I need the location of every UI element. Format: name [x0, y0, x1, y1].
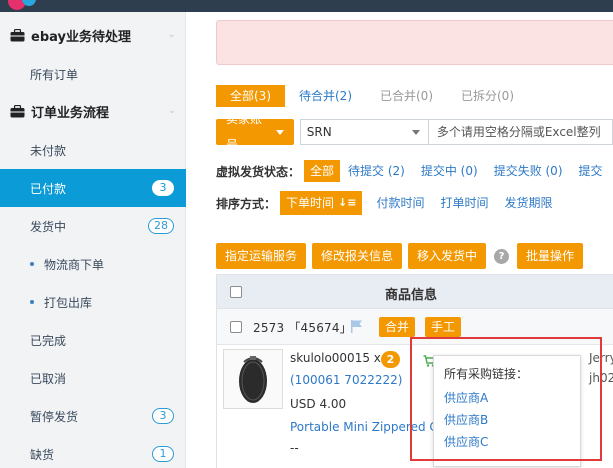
sidebar-item-unpaid[interactable]: 未付款 — [0, 131, 186, 169]
seller-account-label: 卖家账号 — [226, 112, 263, 152]
sidebar: ebay业务待处理 ⌄ 所有订单 订单业务流程 ⌄ 未付款 已付款 3 发货中 … — [0, 12, 186, 468]
flag-icon[interactable] — [351, 320, 363, 336]
buyer-name: Jerry — [589, 351, 613, 365]
sort-option-pay-time[interactable]: 付款时间 — [368, 192, 432, 214]
virtual-status-filter: 虚拟发货状态： 全部 待提交 (2) 提交中 (0) 提交失败 (0) 提交 — [216, 160, 611, 182]
sidebar-item-label: 未付款 — [30, 143, 67, 158]
count-badge: 3 — [152, 408, 174, 424]
sort-desc-icon: ↓≡ — [338, 196, 357, 209]
order-header-row: 2573 「45674」 合并 手工 — [217, 309, 613, 345]
sidebar-item-label: 缺货 — [30, 447, 55, 462]
search-field-value: SRN — [306, 125, 332, 139]
bullet-icon — [30, 300, 34, 304]
alert-banner — [216, 20, 613, 65]
merged-tag[interactable]: 合并 — [379, 317, 416, 337]
purchase-links-popup: 所有采购链接： 供应商A 供应商B 供应商C — [433, 355, 581, 467]
filter-option-pending[interactable]: 待提交 (2) — [340, 160, 413, 182]
order-id: 2573 「45674」 — [253, 321, 352, 335]
filter-option-all[interactable]: 全部 — [304, 160, 341, 182]
filter-option-submitting[interactable]: 提交中 (0) — [413, 160, 486, 182]
sidebar-item-label: 已付款 — [30, 181, 67, 196]
order-tabs: 全部(3) 待合并(2) 已合并(0) 已拆分(0) — [216, 85, 528, 107]
sidebar-item-all-orders[interactable]: 所有订单 — [0, 55, 186, 93]
tab-pending-merge[interactable]: 待合并(2) — [285, 85, 366, 107]
sort-active-label: 下单时间 — [286, 196, 335, 210]
top-bar — [0, 0, 613, 12]
sidebar-item-label: 已完成 — [30, 333, 67, 348]
sidebar-item-pack-ship[interactable]: 打包出库 — [0, 283, 186, 321]
move-to-shipping-button[interactable]: 移入发货中 — [408, 243, 487, 269]
buyer-id: jh02 — [589, 371, 613, 385]
sidebar-item-label: 物流商下单 — [44, 257, 105, 272]
sidebar-item-label: 已取消 — [30, 371, 67, 386]
product-price: USD 4.00 — [290, 397, 347, 411]
table-header: 商品信息 — [217, 275, 613, 309]
main-content: 全部(3) 待合并(2) 已合并(0) 已拆分(0) 卖家账号 SRN 多个请用… — [186, 12, 613, 468]
product-name-link[interactable]: Portable Mini Zippered C — [290, 420, 438, 434]
filter-label: 虚拟发货状态： — [216, 164, 301, 179]
product-extra: -- — [290, 441, 299, 455]
sidebar-group-order-flow[interactable]: 订单业务流程 ⌄ — [0, 92, 186, 130]
chevron-down-icon[interactable]: ⌄ — [168, 106, 178, 116]
sidebar-item-out-of-stock[interactable]: 缺货 1 — [0, 435, 186, 468]
caret-down-icon — [411, 130, 420, 135]
sidebar-item-label: 所有订单 — [30, 67, 79, 82]
sidebar-item-shipping[interactable]: 发货中 28 — [0, 207, 186, 245]
manual-tag[interactable]: 手工 — [425, 317, 462, 337]
batch-operations-button[interactable]: 批量操作 — [517, 243, 584, 269]
sidebar-item-label: 打包出库 — [44, 295, 93, 310]
supplier-link-a[interactable]: 供应商A — [444, 389, 488, 406]
tab-merged[interactable]: 已合并(0) — [366, 85, 447, 107]
sort-option-deadline[interactable]: 发货期限 — [497, 192, 561, 214]
sidebar-item-cancelled[interactable]: 已取消 — [0, 359, 186, 397]
search-field-select[interactable]: SRN — [299, 119, 429, 145]
bullet-icon — [30, 262, 34, 266]
count-badge: 1 — [152, 446, 174, 462]
briefcase-icon — [10, 104, 25, 118]
edit-customs-button[interactable]: 修改报关信息 — [312, 243, 403, 269]
popup-title: 所有采购链接： — [444, 367, 529, 381]
count-badge: 28 — [148, 218, 174, 234]
tab-split[interactable]: 已拆分(0) — [447, 85, 528, 107]
filter-option-failed[interactable]: 提交失败 (0) — [486, 160, 571, 182]
select-all-checkbox[interactable] — [230, 286, 242, 298]
filter-option-submitted[interactable]: 提交 — [571, 160, 611, 182]
sort-order-time-button[interactable]: 下单时间 ↓≡ — [280, 191, 363, 215]
caret-down-icon — [275, 129, 284, 135]
product-sku: skulolo00015 x — [290, 351, 381, 365]
sidebar-item-label: 暂停发货 — [30, 409, 79, 424]
sort-label: 排序方式： — [216, 196, 277, 211]
sidebar-item-paused[interactable]: 暂停发货 3 — [0, 397, 186, 435]
seller-account-dropdown[interactable]: 卖家账号 — [216, 112, 294, 152]
sidebar-item-logistics-order[interactable]: 物流商下单 — [0, 245, 186, 283]
sidebar-group-ebay[interactable]: ebay业务待处理 ⌄ — [0, 16, 186, 54]
sort-option-print-time[interactable]: 打单时间 — [432, 192, 496, 214]
supplier-link-b[interactable]: 供应商B — [444, 411, 488, 428]
search-input[interactable]: 多个请用空格分隔或Excel整列 — [428, 119, 613, 145]
tab-all[interactable]: 全部(3) — [216, 85, 285, 107]
count-badge: 3 — [152, 180, 174, 196]
sidebar-group-label: ebay业务待处理 — [31, 29, 131, 45]
supplier-link-c[interactable]: 供应商C — [444, 433, 488, 450]
sidebar-item-paid[interactable]: 已付款 3 — [0, 169, 186, 207]
product-image[interactable] — [223, 349, 283, 409]
sidebar-item-completed[interactable]: 已完成 — [0, 321, 186, 359]
item-id-link[interactable]: (100061 7022222) — [290, 373, 402, 387]
briefcase-icon — [10, 28, 25, 42]
order-checkbox[interactable] — [230, 321, 242, 333]
search-row: 卖家账号 SRN 多个请用空格分隔或Excel整列 — [216, 112, 613, 152]
assign-shipping-button[interactable]: 指定运输服务 — [216, 243, 307, 269]
sidebar-item-label: 发货中 — [30, 219, 67, 234]
help-icon[interactable]: ? — [494, 248, 510, 264]
sort-row: 排序方式： 下单时间 ↓≡ 付款时间 打单时间 发货期限 — [216, 191, 561, 215]
column-header-product: 商品信息 — [385, 288, 438, 303]
sidebar-group-label: 订单业务流程 — [31, 105, 110, 121]
quantity-badge: 2 — [381, 351, 400, 368]
action-toolbar: 指定运输服务 修改报关信息 移入发货中 ? 批量操作 — [216, 243, 589, 269]
chevron-down-icon[interactable]: ⌄ — [168, 30, 178, 40]
